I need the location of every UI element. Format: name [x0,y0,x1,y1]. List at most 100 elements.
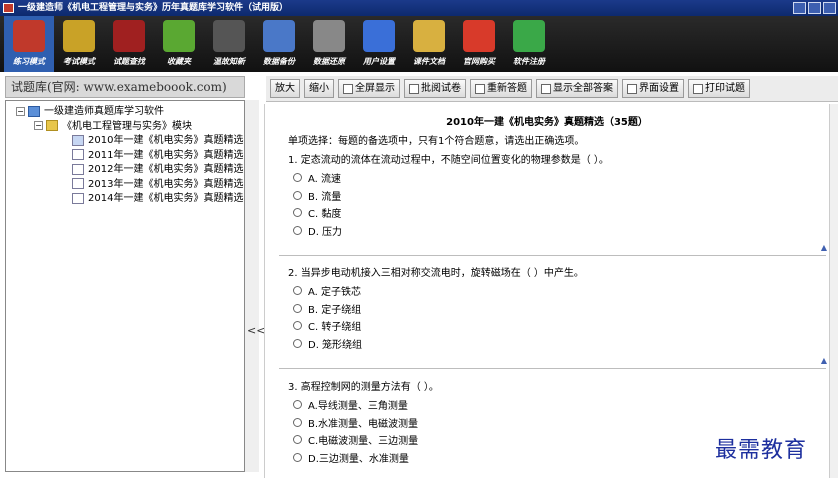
document-icon [72,178,84,189]
radio-button[interactable] [293,173,302,182]
review-icon [213,20,245,52]
answers-icon [541,83,551,94]
tree-item-year[interactable]: 2011年一建《机电实务》真题精选 [6,149,244,164]
answer-option-label: A.导线测量、三角测量 [308,401,408,412]
paper-title: 2010年一建《机电实务》真题精选（35题） [446,117,648,128]
radio-button[interactable] [293,400,302,409]
collapse-toggle-icon[interactable]: − [34,121,43,130]
user-settings-icon [363,20,395,52]
answer-option[interactable]: A.导线测量、三角测量 [293,397,408,412]
radio-button[interactable] [293,321,302,330]
tree-module[interactable]: − 《机电工程管理与实务》模块 [6,120,244,135]
maximize-icon[interactable] [808,2,821,14]
answer-option[interactable]: C.电磁波测量、三边测量 [293,432,418,447]
question-text: 1. 定态流动的流体在流动过程中，不随空间位置变化的物理参数是（ ）。 [288,155,609,166]
tree-item-year[interactable]: 2010年一建《机电实务》真题精选 [6,134,244,149]
radio-button[interactable] [293,339,302,348]
pane-splitter[interactable]: << [245,100,265,472]
toolbar-item[interactable]: 考试模式 [54,16,104,72]
close-icon[interactable] [823,2,836,14]
tree-root[interactable]: − 一级建造师真题库学习软件 [6,105,244,120]
answer-option-label: B. 定子绕组 [308,305,362,316]
question-text: 3. 高程控制网的测量方法有（ ）。 [288,382,439,393]
show-all-answers-button[interactable]: 显示全部答案 [536,79,618,98]
main-toolbar: 练习模式 考试模式 试题查找 收藏夹 温故知新 数据备份 数据还原 用户设置 课件文档 官网购买 软… [0,16,838,72]
collapse-left-pane-icon[interactable]: << [247,324,265,337]
tree-item-year[interactable]: 2014年一建《机电实务》真题精选 [6,192,244,207]
toolbar-item[interactable]: 练习模式 [4,16,54,72]
zoom-in-button[interactable]: 放大 [270,79,300,98]
redo-answers-button[interactable]: 重新答题 [470,79,532,98]
answer-option[interactable]: D. 笼形绕组 [293,336,362,351]
print-icon [693,83,703,94]
tree-item-year[interactable]: 2012年一建《机电实务》真题精选 [6,163,244,178]
minimize-icon[interactable] [793,2,806,14]
document-icon [72,163,84,175]
tree-item-label: 2011年一建《机电实务》真题精选 [88,149,244,161]
zoom-out-button[interactable]: 缩小 [304,79,334,98]
toolbar-item[interactable]: 数据还原 [304,16,354,72]
search-icon [113,20,145,52]
toolbar-item[interactable]: 课件文档 [404,16,454,72]
watermark-text: 最需教育 [715,438,808,463]
radio-button[interactable] [293,304,302,313]
radio-button[interactable] [293,191,302,200]
radio-button[interactable] [293,286,302,295]
toolbar-item[interactable]: 温故知新 [204,16,254,72]
question-pane: 2010年一建《机电实务》真题精选（35题） 单项选择：每题的备选项中，只有1个… [264,104,829,478]
answer-option[interactable]: C. 黏度 [293,205,341,220]
toolbar-item[interactable]: 用户设置 [354,16,404,72]
print-button[interactable]: 打印试题 [688,79,750,98]
answer-option[interactable]: D. 压力 [293,223,342,238]
tree-item-year[interactable]: 2013年一建《机电实务》真题精选 [6,178,244,193]
answer-option[interactable]: A. 流速 [293,170,341,185]
fullscreen-button[interactable]: 全屏显示 [338,79,400,98]
toolbar-item-label: 软件注册 [513,57,545,66]
vertical-scrollbar[interactable] [829,104,838,478]
toolbar-item-label: 练习模式 [13,57,45,66]
radio-button[interactable] [293,435,302,444]
title-bar: 一级建造师《机电工程管理与实务》历年真题库学习软件（试用版） [0,0,838,16]
grade-paper-button[interactable]: 批阅试卷 [404,79,466,98]
toolbar-item[interactable]: 软件注册 [504,16,554,72]
answer-option[interactable]: C. 转子绕组 [293,318,361,333]
settings-icon [627,83,637,94]
fullscreen-icon [343,83,353,94]
favorites-icon [163,20,195,52]
answer-option[interactable]: D.三边测量、水准测量 [293,450,409,465]
answer-option[interactable]: B.水准测量、电磁波测量 [293,415,418,430]
tree-year-list: 2010年一建《机电实务》真题精选 2011年一建《机电实务》真题精选 2012年一… [6,134,244,207]
radio-button[interactable] [293,453,302,462]
toolbar-item[interactable]: 官网购买 [454,16,504,72]
toolbar-item-label: 数据还原 [313,57,345,66]
collapse-toggle-icon[interactable]: − [16,106,25,116]
tree-item-label: 2012年一建《机电实务》真题精选 [88,164,244,175]
toolbar-item[interactable]: 数据备份 [254,16,304,72]
answer-option-label: A. 定子铁芯 [308,287,362,298]
toolbar-item[interactable]: 试题查找 [104,16,154,72]
answer-option-label: B. 流量 [308,192,342,203]
scroll-marker-icon: ▲ [820,356,827,365]
radio-button[interactable] [293,208,302,217]
library-icon [28,105,40,117]
answer-option[interactable]: B. 定子绕组 [293,301,361,316]
question-separator [279,368,826,369]
tree-item-label: 2010年一建《机电实务》真题精选 [88,135,244,146]
tree-item-label: 2014年一建《机电实务》真题精选 [88,193,244,204]
grade-icon [409,83,419,94]
answer-option-label: C. 转子绕组 [308,322,362,333]
backup-disk-icon [263,20,295,52]
restore-icon [313,20,345,52]
toolbar-item[interactable]: 收藏夹 [154,16,204,72]
window-controls [793,2,836,14]
answer-option[interactable]: B. 流量 [293,188,341,203]
ui-settings-button[interactable]: 界面设置 [622,79,684,98]
toolbar-item-label: 温故知新 [213,57,245,66]
radio-button[interactable] [293,226,302,235]
answer-option-label: B.水准测量、电磁波测量 [308,419,419,430]
document-icon [72,149,84,160]
toolbar-item-label: 数据备份 [263,57,295,66]
toolbar-item-label: 考试模式 [63,57,95,66]
radio-button[interactable] [293,418,302,427]
answer-option[interactable]: A. 定子铁芯 [293,283,361,298]
